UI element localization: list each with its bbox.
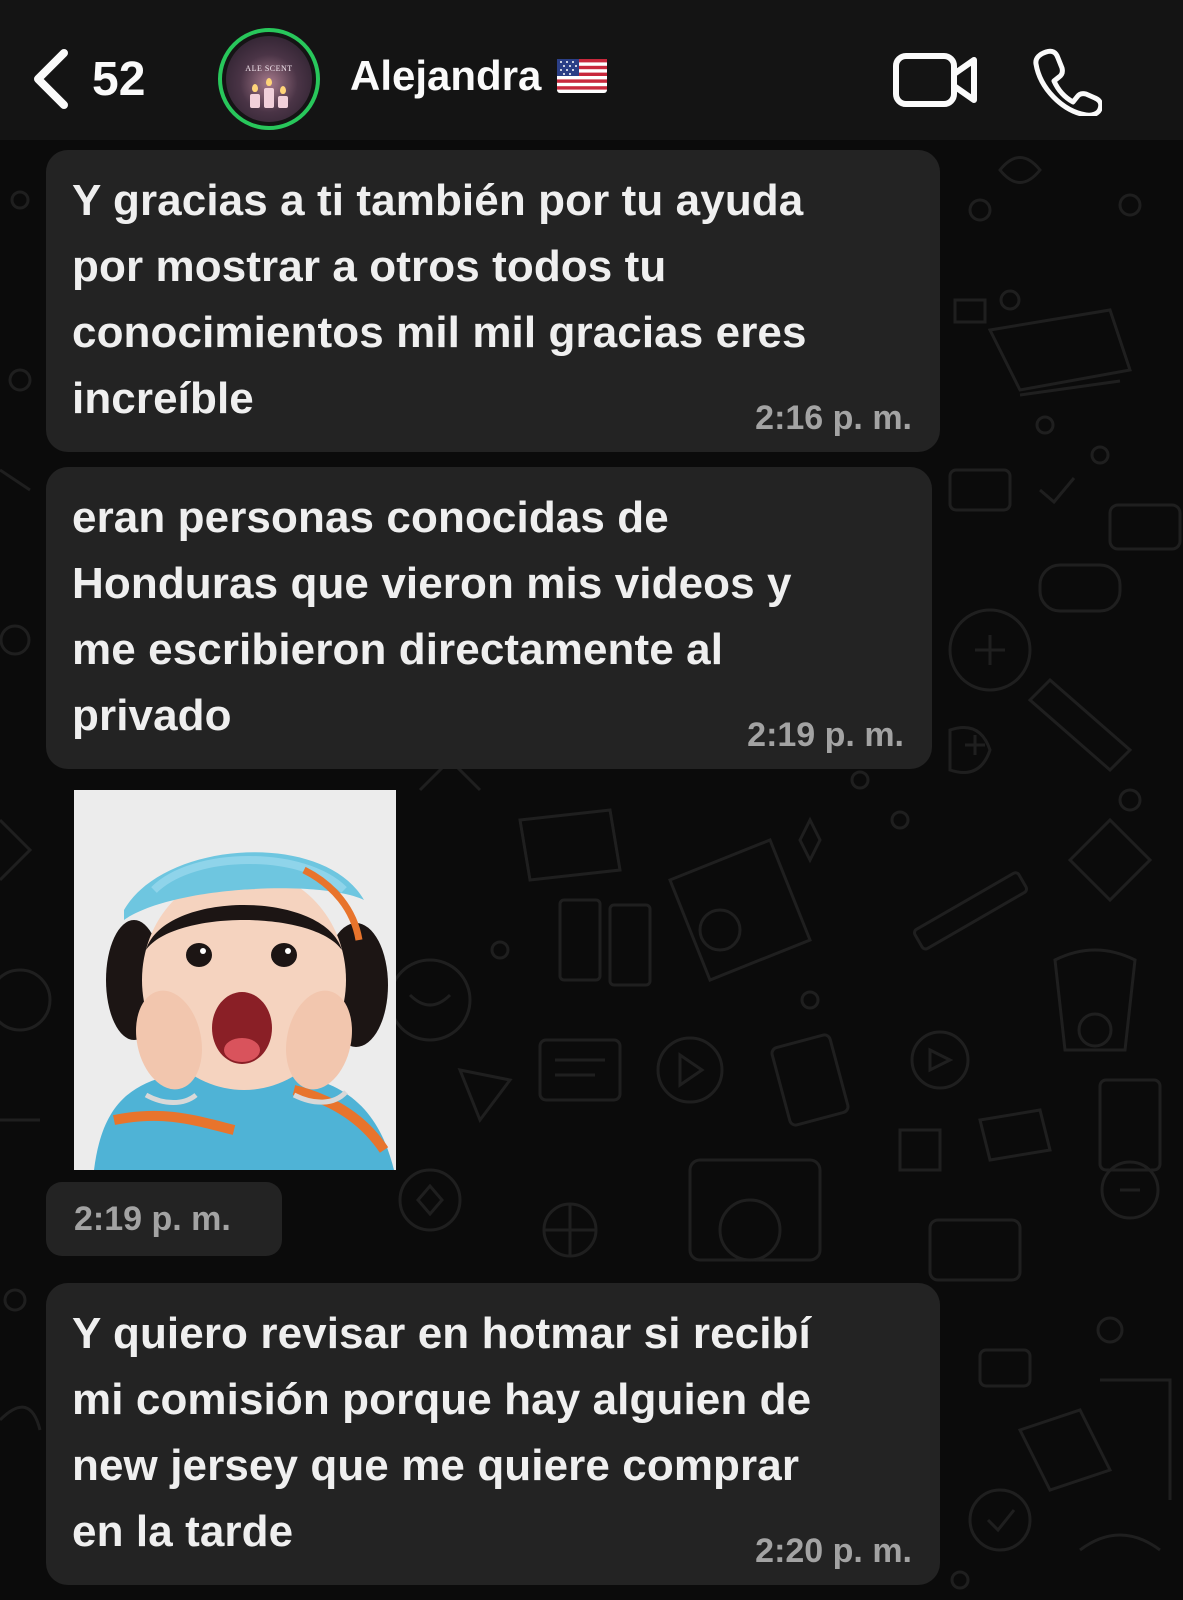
video-call-icon[interactable] [892, 50, 978, 110]
image-message-time-badge: 2:19 p. m. [46, 1182, 282, 1256]
contact-name-label: Alejandra [350, 52, 542, 99]
message-time: 2:19 p. m. [74, 1200, 231, 1238]
message-text: Y gracias a ti también por tu ayuda por … [72, 176, 807, 423]
chevron-left-icon [34, 49, 68, 109]
message-text: eran personas conocidas de Honduras que … [72, 493, 792, 740]
phone-icon[interactable] [1032, 46, 1102, 116]
chat-header: 52 ALE SCENT Alejandra [0, 0, 1183, 140]
message-text: Y quiero revisar en hotmar si recibí mi … [72, 1309, 812, 1556]
image-message[interactable] [74, 790, 396, 1170]
us-flag-icon [557, 59, 608, 93]
toddler-sticker-image [74, 790, 396, 1170]
contact-name[interactable]: Alejandra [350, 52, 608, 100]
message-time: 2:16 p. m. [755, 399, 912, 437]
avatar-brand-text: ALE SCENT [245, 64, 293, 73]
message-time: 2:19 p. m. [747, 716, 904, 754]
message-time: 2:20 p. m. [755, 1532, 912, 1570]
message-bubble[interactable]: Y quiero revisar en hotmar si recibí mi … [46, 1283, 940, 1585]
contact-avatar[interactable]: ALE SCENT [218, 28, 320, 130]
unread-count: 52 [92, 52, 146, 106]
back-button[interactable]: 52 [28, 44, 158, 114]
message-bubble[interactable]: eran personas conocidas de Honduras que … [46, 467, 932, 769]
message-bubble[interactable]: Y gracias a ti también por tu ayuda por … [46, 150, 940, 452]
avatar: ALE SCENT [226, 36, 312, 122]
